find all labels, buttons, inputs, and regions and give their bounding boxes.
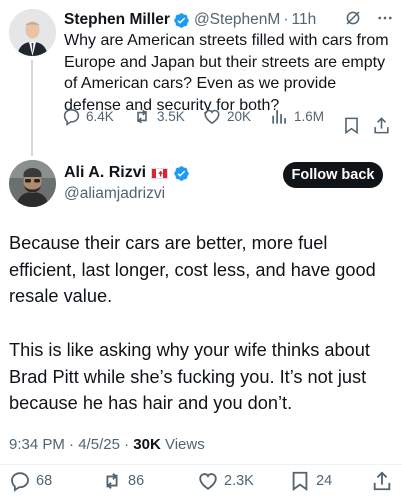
reply-count: 68 bbox=[36, 473, 53, 489]
parent-tweet-text: Why are American streets filled with car… bbox=[64, 32, 389, 115]
like-count: 2.3K bbox=[224, 473, 254, 489]
views-count: 1.6M bbox=[294, 108, 325, 124]
thread-line bbox=[31, 60, 33, 156]
repost-icon bbox=[137, 109, 147, 123]
views-total: 30K bbox=[133, 436, 161, 453]
views-action[interactable]: 1.6M bbox=[270, 107, 324, 126]
follow-back-button[interactable]: Follow back bbox=[283, 162, 383, 188]
share-icon[interactable] bbox=[371, 470, 393, 492]
verified-badge-icon bbox=[174, 12, 189, 28]
meta-separator: · bbox=[69, 436, 75, 453]
repost-count: 86 bbox=[128, 473, 145, 489]
bookmark-action[interactable]: 24 bbox=[289, 470, 332, 492]
tweet-meta: 9:34 PM · 4/5/25 · 30K Views bbox=[9, 436, 205, 453]
canada-flag-icon bbox=[151, 167, 169, 179]
like-count: 20K bbox=[227, 108, 252, 124]
repost-icon bbox=[106, 473, 118, 489]
ali-rizvi-avatar[interactable] bbox=[9, 160, 56, 207]
reply-paragraph-1: Because their cars are better, more fuel… bbox=[9, 233, 376, 307]
reply-action-bar: 68 86 2.3K 24 bbox=[9, 470, 394, 492]
like-icon bbox=[204, 109, 220, 124]
grok-icon[interactable] bbox=[344, 9, 362, 27]
like-icon bbox=[199, 473, 217, 490]
views-icon bbox=[272, 109, 286, 124]
reply-author-row: Ali A. Rizvi bbox=[64, 164, 190, 182]
reply-icon bbox=[63, 108, 80, 126]
parent-handle[interactable]: @StephenM bbox=[194, 11, 280, 29]
repost-action[interactable]: 3.5K bbox=[132, 107, 185, 126]
bookmark-icon[interactable] bbox=[342, 116, 361, 135]
tweet-time[interactable]: 9:34 PM bbox=[9, 436, 65, 453]
reply-icon bbox=[11, 472, 29, 492]
parent-author-name[interactable]: Stephen Miller bbox=[64, 11, 170, 29]
separator-dot: · bbox=[283, 11, 289, 28]
verified-badge-icon bbox=[174, 165, 189, 181]
bookmark-icon bbox=[292, 471, 308, 492]
reply-count: 6.4K bbox=[86, 108, 114, 124]
reply-action[interactable]: 68 bbox=[9, 470, 52, 492]
tweet-date[interactable]: 4/5/25 bbox=[78, 436, 120, 453]
reply-paragraph-2: This is like asking why your wife thinks… bbox=[9, 340, 370, 414]
parent-header-icons bbox=[344, 9, 394, 27]
bookmark-count: 24 bbox=[316, 473, 333, 489]
reply-handle[interactable]: @aliamjadrizvi bbox=[64, 185, 165, 203]
like-action[interactable]: 2.3K bbox=[197, 470, 254, 492]
parent-time[interactable]: 11h bbox=[292, 11, 317, 29]
meta-separator: · bbox=[124, 436, 130, 453]
like-action[interactable]: 20K bbox=[202, 107, 251, 126]
parent-tweet-header: Stephen Miller @StephenM · 11h bbox=[64, 9, 394, 31]
repost-action[interactable]: 86 bbox=[101, 470, 144, 492]
stephen-miller-avatar[interactable] bbox=[9, 9, 56, 56]
repost-count: 3.5K bbox=[157, 108, 185, 124]
reply-author-name[interactable]: Ali A. Rizvi bbox=[64, 164, 146, 182]
divider bbox=[0, 464, 402, 465]
reply-action[interactable]: 6.4K bbox=[62, 107, 114, 126]
share-icon[interactable] bbox=[372, 116, 391, 135]
more-icon[interactable] bbox=[376, 9, 394, 27]
views-label: Views bbox=[164, 436, 205, 453]
